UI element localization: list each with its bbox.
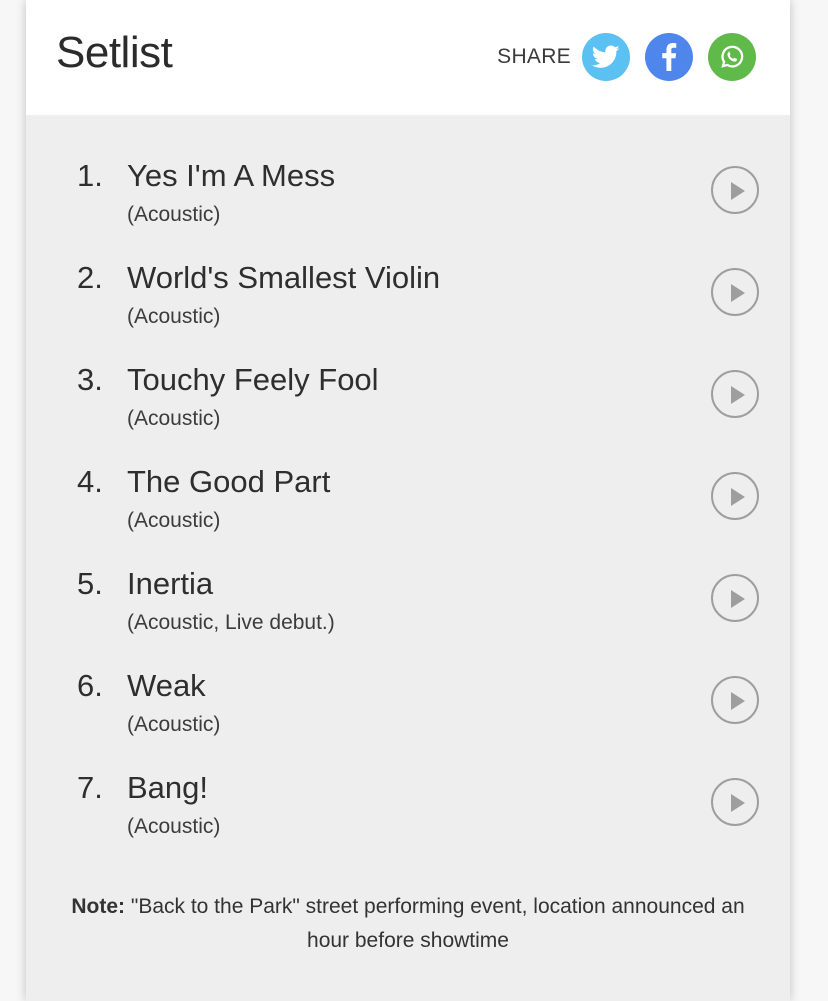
share-label: SHARE xyxy=(497,45,571,68)
play-circle-icon xyxy=(731,182,745,200)
play-button[interactable] xyxy=(711,778,759,826)
play-circle-icon xyxy=(731,488,745,506)
song-title: Touchy Feely Fool xyxy=(127,362,379,397)
play-circle-icon xyxy=(731,794,745,812)
song-number: 7. xyxy=(77,770,103,805)
song-title: Weak xyxy=(127,668,206,703)
play-circle-icon xyxy=(731,590,745,608)
song-row: 2. World's Smallest Violin (Acoustic) xyxy=(26,260,790,360)
play-button[interactable] xyxy=(711,676,759,724)
whatsapp-share-button[interactable] xyxy=(708,33,756,81)
play-button[interactable] xyxy=(711,268,759,316)
song-title: World's Smallest Violin xyxy=(127,260,441,295)
page-title: Setlist xyxy=(56,28,173,77)
song-row: 1. Yes I'm A Mess (Acoustic) xyxy=(26,158,790,258)
share-bar: SHARE xyxy=(497,33,756,81)
play-circle-icon xyxy=(731,284,745,302)
song-row: 6. Weak (Acoustic) xyxy=(26,668,790,768)
note-text: "Back to the Park" street performing eve… xyxy=(130,895,745,952)
facebook-share-button[interactable] xyxy=(645,33,693,81)
setlist-card: Setlist SHARE 1. Yes I'm A Mess (Acousti… xyxy=(26,0,790,1001)
song-info: (Acoustic) xyxy=(127,305,221,328)
song-title: Bang! xyxy=(127,770,209,805)
song-info: (Acoustic) xyxy=(127,509,221,532)
play-button[interactable] xyxy=(711,370,759,418)
play-button[interactable] xyxy=(711,166,759,214)
song-row: 3. Touchy Feely Fool (Acoustic) xyxy=(26,362,790,462)
setlist-body: 1. Yes I'm A Mess (Acoustic) 2. World's … xyxy=(26,115,790,1001)
play-button[interactable] xyxy=(711,472,759,520)
song-info: (Acoustic) xyxy=(127,815,221,838)
play-circle-icon xyxy=(731,386,745,404)
song-number: 6. xyxy=(77,668,103,703)
play-circle-icon xyxy=(731,692,745,710)
note-label: Note: xyxy=(71,895,126,918)
song-number: 2. xyxy=(77,260,103,295)
song-info: (Acoustic, Live debut.) xyxy=(127,611,335,634)
song-row: 5. Inertia (Acoustic, Live debut.) xyxy=(26,566,790,666)
song-info: (Acoustic) xyxy=(127,713,221,736)
facebook-icon xyxy=(662,43,677,71)
song-info: (Acoustic) xyxy=(127,407,221,430)
song-number: 5. xyxy=(77,566,103,601)
song-number: 3. xyxy=(77,362,103,397)
setlist-note: Note: "Back to the Park" street performi… xyxy=(66,890,750,958)
song-number: 1. xyxy=(77,158,103,193)
song-number: 4. xyxy=(77,464,103,499)
twitter-icon xyxy=(592,45,620,68)
song-info: (Acoustic) xyxy=(127,203,221,226)
whatsapp-icon xyxy=(721,45,744,68)
play-button[interactable] xyxy=(711,574,759,622)
song-title: Yes I'm A Mess xyxy=(127,158,336,193)
song-row: 4. The Good Part (Acoustic) xyxy=(26,464,790,564)
song-row: 7. Bang! (Acoustic) xyxy=(26,770,790,870)
song-title: The Good Part xyxy=(127,464,331,499)
twitter-share-button[interactable] xyxy=(582,33,630,81)
song-title: Inertia xyxy=(127,566,214,601)
setlist-header: Setlist SHARE xyxy=(26,0,790,115)
